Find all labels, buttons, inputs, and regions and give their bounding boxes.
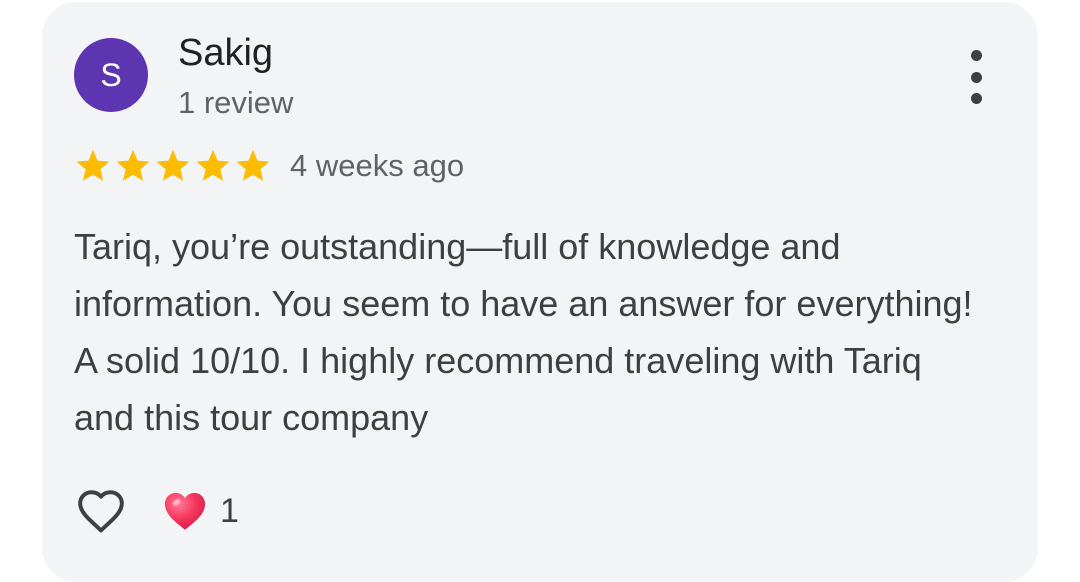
star-icon — [236, 149, 270, 181]
heart-reaction[interactable]: 1 — [162, 490, 239, 532]
star-rating — [74, 147, 272, 185]
avatar[interactable]: S — [74, 38, 148, 112]
star-icon — [196, 149, 230, 181]
review-text: Tariq, you’re outstanding—full of knowle… — [74, 226, 973, 438]
author-name[interactable]: Sakig — [178, 30, 273, 76]
like-button[interactable] — [74, 484, 128, 538]
star-icon — [156, 149, 190, 181]
more-options-button[interactable] — [952, 50, 1000, 104]
rating-row: 4 weeks ago — [74, 144, 464, 188]
red-heart-icon — [164, 492, 206, 530]
reactions-row: 1 — [74, 484, 239, 538]
heart-outline-icon — [78, 490, 124, 533]
more-vert-icon-dot — [970, 93, 982, 104]
avatar-initial: S — [100, 57, 122, 93]
reaction-count: 1 — [220, 491, 239, 530]
author-review-count: 1 review — [178, 85, 294, 120]
more-vert-icon-dot — [970, 71, 982, 83]
star-icon — [116, 149, 150, 181]
more-vert-icon — [970, 50, 982, 61]
review-time: 4 weeks ago — [290, 148, 465, 183]
star-icon — [76, 149, 110, 181]
